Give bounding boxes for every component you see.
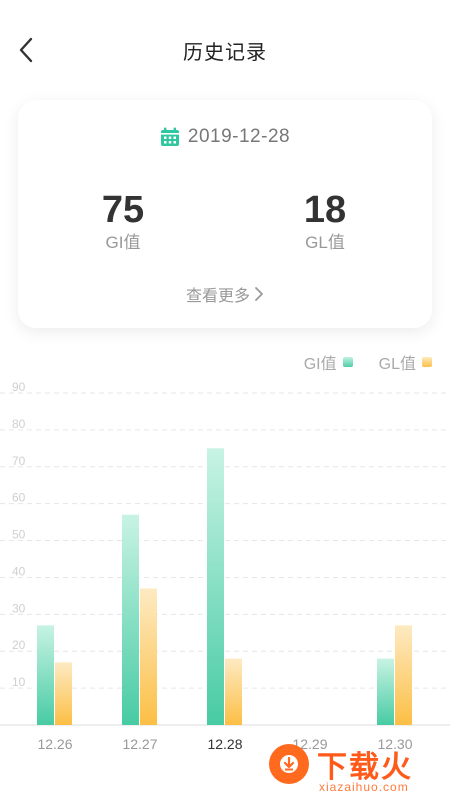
gi-stat: 75 GI值 [63,188,183,254]
legend-item-gl: GL值 [379,350,432,374]
legend-swatch-gl [422,357,432,367]
bar-gl-12.27[interactable] [140,588,157,725]
y-tick-label: 60 [12,491,26,505]
legend-item-gi: GI值 [304,350,353,374]
calendar-icon [160,127,179,146]
download-fire-icon [269,744,309,784]
y-tick-label: 30 [12,601,26,615]
bar-chart: 10203040506070809012.26 12.27 12.28 12.29 12… [0,380,450,752]
view-more-label: 查看更多 [185,288,250,305]
y-tick-label: 80 [12,417,26,431]
date-row: 2019-12-28 [18,126,432,148]
chevron-right-icon [255,287,263,301]
summary-card: 2019-12-28 75 GI值 18 GL值 查看更多 [18,100,432,328]
app-header: 历史记录 [0,0,450,100]
bar-gl-12.28[interactable] [225,658,242,725]
gi-value: 75 [101,189,145,231]
bar-gi-12.28[interactable] [207,448,224,725]
y-tick-label: 40 [12,564,26,578]
y-tick-label: 10 [12,675,26,689]
y-tick-label: 20 [12,638,26,652]
record-date: 2019-12-28 [187,126,291,147]
x-tick-label[interactable]: 12.26 [37,736,72,752]
y-tick-label: 70 [12,454,26,468]
gi-label: GI值 [105,233,141,252]
gl-stat: 18 GL值 [265,188,385,254]
bar-gi-12.30[interactable] [377,658,394,725]
chart-legend: GI值 GL值 [304,350,432,374]
view-more-button[interactable]: 查看更多 [18,282,432,306]
watermark-url: xiazaihuo.com [319,780,409,794]
bar-gi-12.26[interactable] [37,625,54,725]
bar-gi-12.27[interactable] [122,514,139,725]
x-tick-label[interactable]: 12.27 [122,736,157,752]
page-title: 历史记录 [183,42,267,64]
gl-value: 18 [303,189,347,231]
watermark-logo: 下载火 xiazaihuo.com [257,738,442,798]
legend-swatch-gi [342,357,353,367]
y-tick-label: 50 [12,528,26,542]
bar-gl-12.26[interactable] [55,662,72,725]
legend-label-gl: GL值 [378,356,416,373]
gl-label: GL值 [305,233,345,252]
bar-gl-12.30[interactable] [395,625,412,725]
y-tick-label: 90 [12,380,26,394]
x-tick-label[interactable]: 12.28 [207,736,242,752]
legend-label-gi: GI值 [303,356,337,373]
